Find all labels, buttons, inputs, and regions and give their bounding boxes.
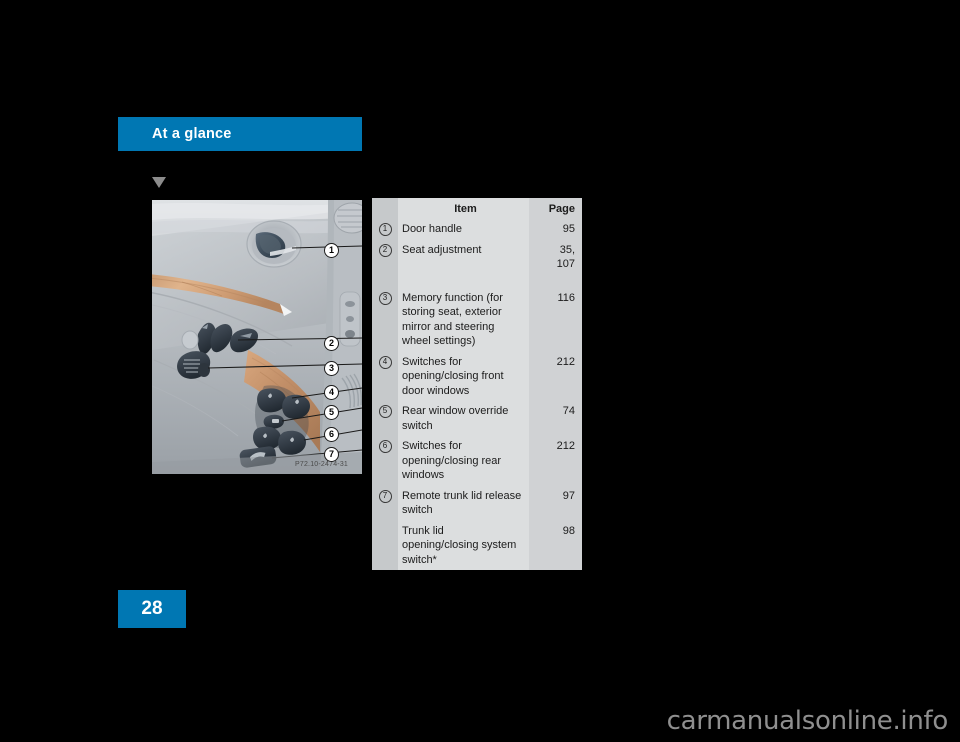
row-number-cell: 5: [372, 401, 398, 437]
row-number-cell: 2: [372, 239, 398, 275]
row-page-cell: 212: [529, 436, 582, 486]
site-watermark: carmanualsonline.info: [666, 706, 949, 736]
circled-number: 1: [378, 223, 392, 236]
callout-marker-6: 6: [324, 427, 339, 442]
circled-number: 3: [378, 291, 392, 305]
row-item-cell: Seat adjustment: [398, 239, 529, 275]
circled-number: 2: [378, 243, 392, 257]
item-page-reference-table: Item Page 1 Door handle 95 2 Seat adjust…: [372, 198, 582, 571]
callout-marker-4: 4: [324, 385, 339, 400]
column-header-page: Page: [529, 198, 582, 219]
table-row: 5 Rear window override switch 74: [372, 401, 582, 437]
table-row: 4 Switches for opening/closing front doo…: [372, 351, 582, 402]
circled-number: 7: [378, 489, 392, 503]
row-page-cell: 74: [529, 401, 582, 437]
circled-number: 6: [378, 440, 392, 454]
page-number: 28: [141, 598, 163, 619]
circled-number: 4: [378, 355, 392, 369]
manual-page: At a glance P72.10-2474-31 1 2 3 4 5 6 7…: [0, 0, 960, 742]
row-item-cell: Switches for opening/closing rear window…: [398, 436, 529, 486]
illustration-reference-code: P72.10-2474-31: [295, 461, 349, 468]
circled-number: 5: [378, 405, 392, 419]
table-row: 2 Seat adjustment 35, 107: [372, 239, 582, 275]
row-item-cell: Trunk lid opening/closing system switch*: [398, 520, 529, 571]
row-page-cell: 35, 107: [529, 239, 582, 275]
table-body: 1 Door handle 95 2 Seat adjustment 35, 1…: [372, 219, 582, 571]
row-item-cell: Switches for opening/closing front door …: [398, 351, 529, 402]
row-item-cell: Remote trunk lid release switch: [398, 485, 529, 521]
chapter-header-bar: At a glance: [118, 117, 362, 151]
row-number-cell: [372, 520, 398, 571]
row-number-cell: 6: [372, 436, 398, 486]
table-row: 1 Door handle 95: [372, 219, 582, 240]
section-triangle-icon: [152, 177, 166, 188]
row-number-cell: 3: [372, 287, 398, 352]
table-header-row: Item Page: [372, 198, 582, 219]
callout-marker-3: 3: [324, 361, 339, 376]
callout-marker-2: 2: [324, 336, 339, 351]
table-row: Trunk lid opening/closing system switch*…: [372, 520, 582, 571]
row-page-cell: 98: [529, 520, 582, 571]
callout-marker-1: 1: [324, 243, 339, 258]
row-page-cell: 212: [529, 351, 582, 402]
table-row: 7 Remote trunk lid release switch 97: [372, 485, 582, 521]
row-number-cell: 7: [372, 485, 398, 521]
row-item-cell: Door handle: [398, 219, 529, 240]
table-spacer-row: [372, 274, 582, 288]
callout-marker-5: 5: [324, 405, 339, 420]
row-number-cell: 4: [372, 351, 398, 402]
column-header-number: [372, 198, 398, 219]
row-page-cell: 95: [529, 219, 582, 240]
page-number-box: 28: [118, 590, 186, 628]
table-row: 3 Memory function (for storing seat, ext…: [372, 287, 582, 352]
column-header-item: Item: [398, 198, 529, 219]
row-item-cell: Memory function (for storing seat, exter…: [398, 287, 529, 352]
table-row: 6 Switches for opening/closing rear wind…: [372, 436, 582, 486]
callout-marker-7: 7: [324, 447, 339, 462]
row-item-cell: Rear window override switch: [398, 401, 529, 437]
row-page-cell: 116: [529, 287, 582, 352]
row-number-cell: 1: [372, 219, 398, 240]
row-page-cell: 97: [529, 485, 582, 521]
chapter-title: At a glance: [152, 126, 232, 142]
